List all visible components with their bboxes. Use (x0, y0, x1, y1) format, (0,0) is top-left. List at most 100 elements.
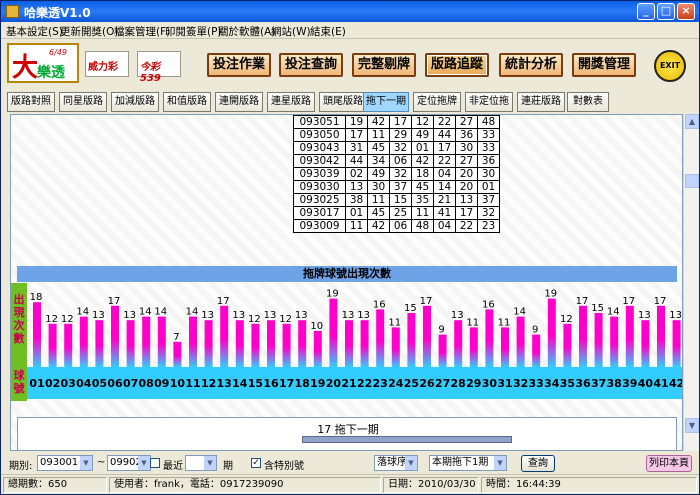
ball-number-label: 14 (232, 377, 248, 390)
tab-pattern-compare[interactable]: 版路對照 (7, 92, 55, 112)
chart-bar (407, 313, 416, 367)
chevron-down-icon: ▼ (138, 456, 150, 470)
period-to-select[interactable]: 099025 ▼ (107, 455, 151, 471)
chart-bar (64, 323, 73, 367)
draw-number-cell: 15 (389, 193, 412, 207)
maximize-button[interactable]: □ (657, 3, 675, 20)
bar-value-label: 11 (466, 317, 479, 328)
full-filter-button[interactable]: 完整剔牌 (352, 53, 416, 77)
sort-select[interactable]: 落球序 ▼ (374, 455, 418, 471)
ball-number-label: 38 (607, 377, 622, 390)
tab-streak[interactable]: 連莊版路 (517, 92, 565, 112)
chart-bar (625, 305, 634, 367)
ball-number-label: 27 (435, 377, 450, 390)
bar-value-label: 14 (76, 307, 89, 318)
menu-update-draw[interactable]: 更新開獎(O) (60, 24, 118, 39)
tab-log-table[interactable]: 對數表 (567, 92, 609, 112)
tab-nonposition-drag[interactable]: 非定位拖 (465, 92, 513, 112)
query-button[interactable]: 查詢 (521, 455, 555, 472)
draw-period-cell: 093042 (293, 154, 346, 168)
menu-website[interactable]: 網站(W) (271, 24, 311, 39)
ball-number-label: 39 (622, 377, 637, 390)
period-from-select[interactable]: 093001 ▼ (37, 455, 93, 471)
menu-exit[interactable]: 結束(E) (310, 24, 346, 39)
draw-number-cell: 32 (477, 206, 500, 220)
sort-value: 落球序 (377, 457, 407, 468)
ball-number-label: 25 (404, 377, 419, 390)
drag-count-chart: 1801120212031404130517061307140814097101… (27, 289, 682, 399)
draw-management-button[interactable]: 開獎管理 (572, 53, 636, 77)
tab-add-sub[interactable]: 加減版路 (111, 92, 159, 112)
scroll-down-icon[interactable]: ▼ (685, 418, 699, 433)
draw-number-cell: 32 (389, 167, 412, 181)
recent-checkbox[interactable] (150, 458, 160, 468)
close-button[interactable]: × (677, 3, 695, 20)
draw-number-cell: 31 (345, 141, 368, 155)
draw-number-cell: 11 (367, 193, 390, 207)
scroll-thumb[interactable] (685, 174, 699, 188)
betting-button[interactable]: 投注作業 (207, 53, 271, 77)
chart-bar (454, 320, 463, 367)
ball-number-label: 36 (575, 377, 591, 390)
menu-basic-settings[interactable]: 基本設定(S) (6, 24, 63, 39)
table-row: 093017 01 45 25 11 41 17 32 (293, 206, 500, 220)
scroll-up-icon[interactable]: ▲ (685, 114, 699, 129)
mode-select[interactable]: 本期拖下1期 ▼ (429, 455, 507, 471)
pattern-tracking-button[interactable]: 版路追蹤 (425, 53, 489, 77)
lotto649-logo[interactable]: 大 樂透 6/49 (7, 43, 79, 83)
ball-number-label: 09 (154, 377, 169, 390)
ball-number-label: 01 (29, 377, 44, 390)
ball-number-label: 35 (560, 377, 575, 390)
draw-number-cell: 30 (455, 141, 478, 155)
draw-number-cell: 44 (345, 154, 368, 168)
chart-bar (579, 305, 587, 367)
menu-print[interactable]: 印閱簽單(P) (165, 24, 222, 39)
draw-period-cell: 093051 (293, 115, 346, 129)
power-lotto-logo[interactable]: 威力彩 (85, 51, 129, 77)
statistics-button[interactable]: 統計分析 (499, 53, 563, 77)
recent-count-select[interactable]: ▼ (185, 455, 217, 471)
lotto539-logo[interactable]: 今彩539 (137, 51, 181, 84)
draw-number-cell: 35 (411, 193, 434, 207)
logo-sub: 6/49 (49, 48, 67, 57)
ball-number-label: 31 (497, 377, 512, 390)
content-panel: 093051 19 42 17 12 22 27 48 093050 17 11 29 49 44 36 33… (10, 114, 683, 451)
chevron-down-icon: ▼ (405, 456, 417, 470)
tab-position-drag[interactable]: 定位拖牌 (413, 92, 461, 112)
draw-period-cell: 093025 (293, 193, 346, 207)
power-logo-text: 威力彩 (88, 62, 118, 73)
lotto539-logo-text: 今彩539 (140, 62, 161, 84)
bar-value-label: 10 (310, 321, 323, 332)
tab-drag-next[interactable]: 拖下一期 (363, 92, 409, 112)
draw-number-cell: 29 (389, 128, 412, 142)
bar-value-label: 16 (373, 299, 386, 310)
ball-number-label: 22 (357, 377, 372, 390)
window-title: 哈樂透V1.0 (24, 6, 91, 20)
ball-number-label: 24 (388, 377, 404, 390)
ball-number-label: 18 (295, 377, 310, 390)
bar-value-label: 9 (438, 325, 444, 336)
exit-button[interactable]: EXIT (654, 50, 686, 82)
bar-value-label: 15 (404, 303, 417, 314)
minimize-button[interactable]: _ (637, 3, 655, 20)
tab-consecutive-draw[interactable]: 連開版路 (215, 92, 263, 112)
tab-same-star[interactable]: 同星版路 (59, 92, 107, 112)
print-page-button[interactable]: 列印本頁 (646, 455, 692, 472)
bet-query-button[interactable]: 投注查詢 (279, 53, 343, 77)
tab-sum-value[interactable]: 和值版路 (163, 92, 211, 112)
chart-bar (391, 327, 400, 367)
special-number-checkbox[interactable]: ✓ (251, 458, 261, 468)
draw-number-cell: 37 (389, 180, 412, 194)
draw-period-cell: 093039 (293, 167, 346, 181)
chart-bar (79, 316, 88, 367)
draw-number-cell: 20 (455, 180, 478, 194)
menu-about[interactable]: 關於軟體(A) (218, 24, 275, 39)
menu-file-manage[interactable]: 檔案管理(F) (114, 24, 170, 39)
status-time: 時間：16:44:39 (481, 477, 697, 493)
ball-number-label: 17 (279, 377, 294, 390)
bar-value-label: 14 (513, 307, 526, 318)
tab-consecutive-star[interactable]: 連星版路 (267, 92, 315, 112)
ball-number-label: 03 (61, 377, 76, 390)
vertical-scrollbar[interactable]: ▲ ▼ (683, 114, 699, 451)
tab-head-tail[interactable]: 頭尾版路 (319, 92, 367, 112)
